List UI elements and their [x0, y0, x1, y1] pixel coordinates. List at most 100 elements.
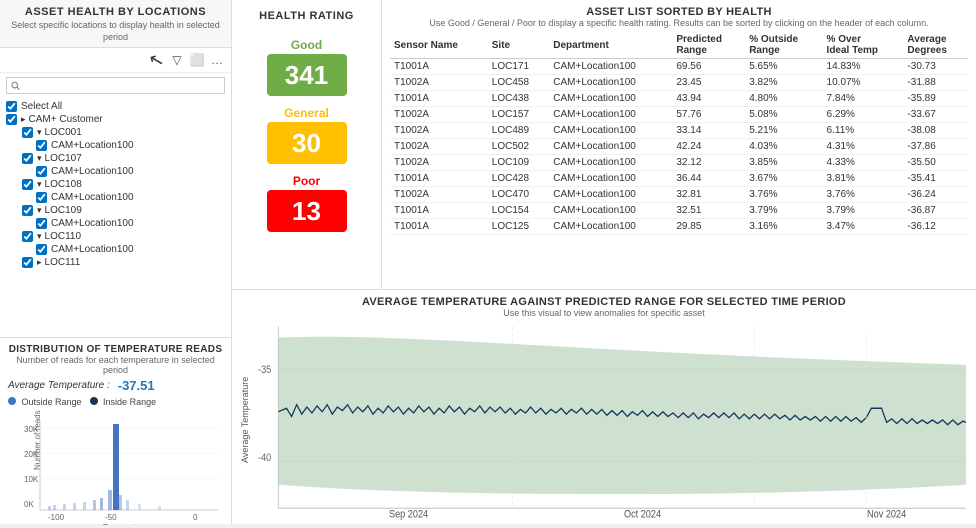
health-box-general: General 30: [262, 106, 352, 164]
tree-item-loc110[interactable]: ▾ LOC110: [0, 230, 231, 243]
range-band: [278, 337, 966, 494]
svg-text:Sep 2024: Sep 2024: [389, 509, 429, 520]
export-icon[interactable]: ⬜: [189, 52, 205, 68]
col-avg[interactable]: AverageDegrees: [903, 32, 968, 59]
tree-item-select-all[interactable]: Select All: [0, 100, 231, 113]
col-pred[interactable]: PredictedRange: [672, 32, 745, 59]
cell-sensor: T1001A: [390, 59, 488, 75]
asset-health-header: ASSET HEALTH BY LOCATIONS Select specifi…: [0, 0, 231, 48]
checkbox-loc107-child[interactable]: [36, 166, 47, 177]
tree-item-cam-customer[interactable]: ▸ CAM+ Customer: [0, 113, 231, 126]
search-input[interactable]: [23, 80, 220, 91]
cell-pred: 23.45: [672, 75, 745, 91]
cell-over: 4.31%: [823, 139, 904, 155]
checkbox-loc109[interactable]: [22, 205, 33, 216]
cell-avg: -36.87: [903, 203, 968, 219]
tree-item-loc109-child[interactable]: CAM+Location100: [0, 217, 231, 230]
cell-pred: 43.94: [672, 91, 745, 107]
checkbox-select-all[interactable]: [6, 101, 17, 112]
cursor-icon: ↖: [149, 52, 165, 68]
svg-text:Number of reads: Number of reads: [33, 410, 42, 470]
cell-site: LOC125: [488, 219, 550, 235]
filter-icon[interactable]: ▽: [169, 52, 185, 68]
checkbox-loc108-child[interactable]: [36, 192, 47, 203]
tree-item-loc110-child[interactable]: CAM+Location100: [0, 243, 231, 256]
svg-text:10K: 10K: [24, 475, 39, 484]
health-badge-good: 341: [267, 54, 347, 96]
cell-sensor: T1002A: [390, 139, 488, 155]
tree-item-loc107-child[interactable]: CAM+Location100: [0, 165, 231, 178]
cell-over: 7.84%: [823, 91, 904, 107]
cell-outside: 3.16%: [745, 219, 822, 235]
col-over[interactable]: % OverIdeal Temp: [823, 32, 904, 59]
chart-area: -35 -40 Sep 2024 Oct 202: [256, 320, 968, 520]
table-row[interactable]: T1002A LOC502 CAM+Location100 42.24 4.03…: [390, 139, 968, 155]
search-icon: [11, 81, 20, 91]
search-box[interactable]: [6, 77, 225, 94]
cell-sensor: T1001A: [390, 203, 488, 219]
table-row[interactable]: T1002A LOC157 CAM+Location100 57.76 5.08…: [390, 107, 968, 123]
cell-pred: 29.85: [672, 219, 745, 235]
cell-sensor: T1002A: [390, 155, 488, 171]
tree-item-loc108-child[interactable]: CAM+Location100: [0, 191, 231, 204]
cell-over: 14.83%: [823, 59, 904, 75]
chart-legend: Outside Range Inside Range: [8, 397, 223, 407]
tree-item-loc108[interactable]: ▾ LOC108: [0, 178, 231, 191]
svg-text:0: 0: [193, 513, 198, 522]
health-badge-general: 30: [267, 122, 347, 164]
cell-outside: 4.80%: [745, 91, 822, 107]
cell-outside: 3.82%: [745, 75, 822, 91]
tree-label: LOC111: [45, 257, 81, 268]
cell-pred: 42.24: [672, 139, 745, 155]
col-site[interactable]: Site: [488, 32, 550, 59]
col-outside[interactable]: % OutsideRange: [745, 32, 822, 59]
checkbox-loc109-child[interactable]: [36, 218, 47, 229]
table-row[interactable]: T1002A LOC470 CAM+Location100 32.81 3.76…: [390, 187, 968, 203]
table-row[interactable]: T1002A LOC109 CAM+Location100 32.12 3.85…: [390, 155, 968, 171]
svg-text:-35: -35: [258, 364, 272, 376]
col-sensor[interactable]: Sensor Name: [390, 32, 488, 59]
checkbox-loc110-child[interactable]: [36, 244, 47, 255]
checkbox-loc110[interactable]: [22, 231, 33, 242]
cell-dept: CAM+Location100: [549, 75, 672, 91]
tree-item-loc109[interactable]: ▾ LOC109: [0, 204, 231, 217]
tree-item-loc001-child[interactable]: CAM+Location100: [0, 139, 231, 152]
table-row[interactable]: T1002A LOC458 CAM+Location100 23.45 3.82…: [390, 75, 968, 91]
legend-outside-range: Outside Range: [8, 397, 82, 407]
cell-avg: -37.86: [903, 139, 968, 155]
more-icon[interactable]: …: [209, 52, 225, 68]
cell-sensor: T1001A: [390, 171, 488, 187]
cell-dept: CAM+Location100: [549, 139, 672, 155]
cell-dept: CAM+Location100: [549, 107, 672, 123]
table-row[interactable]: T1002A LOC489 CAM+Location100 33.14 5.21…: [390, 123, 968, 139]
checkbox-loc107[interactable]: [22, 153, 33, 164]
table-row[interactable]: T1001A LOC154 CAM+Location100 32.51 3.79…: [390, 203, 968, 219]
spike-bar: [113, 424, 119, 510]
tree-item-loc107[interactable]: ▾ LOC107: [0, 152, 231, 165]
checkbox-loc001-child[interactable]: [36, 140, 47, 151]
left-panel: ASSET HEALTH BY LOCATIONS Select specifi…: [0, 0, 232, 524]
table-row[interactable]: T1001A LOC171 CAM+Location100 69.56 5.65…: [390, 59, 968, 75]
table-row[interactable]: T1001A LOC428 CAM+Location100 36.44 3.67…: [390, 171, 968, 187]
tree-label: CAM+Location100: [51, 166, 134, 177]
checkbox-loc111[interactable]: [22, 257, 33, 268]
checkbox-cam-customer[interactable]: [6, 114, 17, 125]
col-dept[interactable]: Department: [549, 32, 672, 59]
table-row[interactable]: T1001A LOC125 CAM+Location100 29.85 3.16…: [390, 219, 968, 235]
avg-temp-row: Average Temperature : -37.51: [8, 378, 223, 393]
avg-temp-chart-header: AVERAGE TEMPERATURE AGAINST PREDICTED RA…: [240, 296, 968, 318]
tree-item-loc001[interactable]: ▾ LOC001: [0, 126, 231, 139]
tree-label: CAM+Location100: [51, 140, 134, 151]
svg-text:-40: -40: [258, 453, 272, 465]
checkbox-loc001[interactable]: [22, 127, 33, 138]
tree-label: CAM+ Customer: [29, 114, 103, 125]
asset-health-title: ASSET HEALTH BY LOCATIONS: [8, 6, 223, 18]
tree-label: Select All: [21, 101, 62, 112]
table-row[interactable]: T1001A LOC438 CAM+Location100 43.94 4.80…: [390, 91, 968, 107]
tree-item-loc111[interactable]: ▸ LOC111: [0, 256, 231, 269]
cell-avg: -35.50: [903, 155, 968, 171]
cell-site: LOC470: [488, 187, 550, 203]
distribution-panel: DISTRIBUTION OF TEMPERATURE READS Number…: [0, 337, 231, 524]
checkbox-loc108[interactable]: [22, 179, 33, 190]
expand-icon: ▾: [37, 231, 42, 242]
